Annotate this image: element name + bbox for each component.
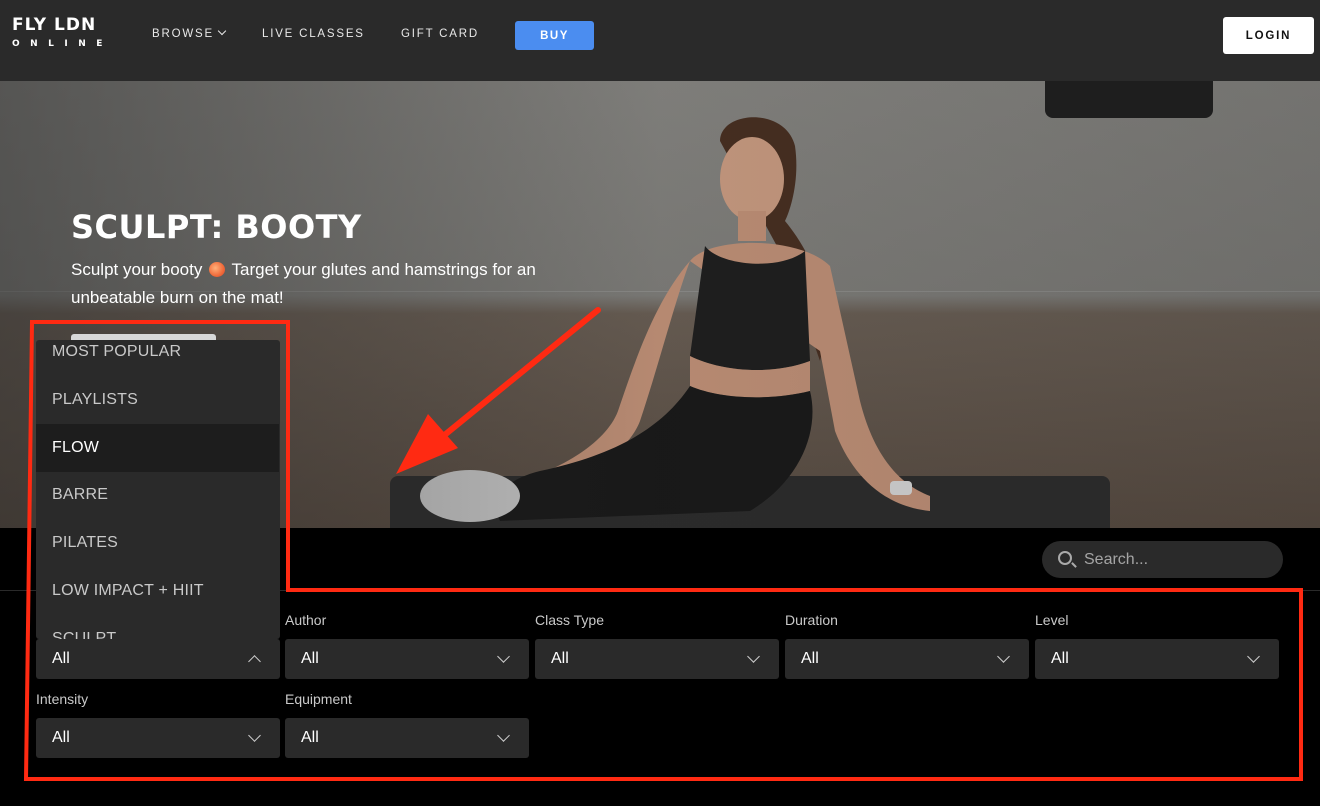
buy-button[interactable]: BUY [515, 21, 594, 50]
intensity-select[interactable]: All [36, 718, 280, 758]
peach-emoji-icon [209, 262, 226, 277]
hero-description: Sculpt your booty Target your glutes and… [71, 256, 551, 312]
search-box[interactable] [1042, 541, 1283, 578]
equipment-select-value: All [301, 729, 319, 746]
category-select[interactable]: All [36, 639, 280, 679]
search-icon [1058, 551, 1072, 565]
menu-item-pilates[interactable]: PILATES [36, 519, 280, 567]
chevron-down-icon [747, 650, 760, 663]
menu-item-sculpt[interactable]: SCULPT [36, 615, 280, 639]
filter-label-intensity: Intensity [36, 691, 89, 707]
chevron-down-icon [217, 26, 227, 36]
logo-bottom-text: ONLINE [12, 39, 113, 49]
logo-top-text: FLY LDN [12, 15, 97, 35]
intensity-select-value: All [52, 729, 70, 746]
duration-select[interactable]: All [785, 639, 1029, 679]
menu-item-flow[interactable]: FLOW [36, 424, 279, 472]
chevron-up-icon [248, 655, 261, 668]
filter-label-equipment: Equipment [285, 691, 352, 707]
category-dropdown-menu: MOST POPULAR PLAYLISTS FLOW BARRE PILATE… [36, 340, 280, 639]
filter-label-class-type: Class Type [535, 612, 604, 628]
search-input[interactable] [1084, 541, 1274, 578]
equipment-select[interactable]: All [285, 718, 529, 758]
class-type-select[interactable]: All [535, 639, 779, 679]
menu-item-most-popular[interactable]: MOST POPULAR [36, 340, 280, 376]
top-nav: FLY LDN ONLINE BROWSE LIVE CLASSES GIFT … [0, 0, 1320, 81]
level-select-value: All [1051, 650, 1069, 667]
filter-label-duration: Duration [785, 612, 838, 628]
menu-item-barre[interactable]: BARRE [36, 471, 280, 519]
nav-browse[interactable]: BROWSE [152, 26, 227, 40]
nav-browse-label: BROWSE [152, 28, 214, 40]
filter-label-level: Level [1035, 612, 1069, 628]
category-select-value: All [52, 650, 70, 667]
chevron-down-icon [497, 729, 510, 742]
duration-select-value: All [801, 650, 819, 667]
menu-item-playlists[interactable]: PLAYLISTS [36, 376, 280, 424]
level-select[interactable]: All [1035, 639, 1279, 679]
hero-desc-part1: Sculpt your booty [71, 260, 203, 279]
filter-label-author: Author [285, 612, 327, 628]
author-select[interactable]: All [285, 639, 529, 679]
chevron-down-icon [248, 729, 261, 742]
author-select-value: All [301, 650, 319, 667]
login-button[interactable]: LOGIN [1223, 17, 1314, 54]
menu-item-low-impact-hiit[interactable]: LOW IMPACT + HIIT [36, 567, 280, 615]
chevron-down-icon [497, 650, 510, 663]
nav-live-classes[interactable]: LIVE CLASSES [262, 28, 365, 40]
fly-ldn-logo[interactable]: FLY LDN ONLINE [12, 16, 113, 49]
chevron-down-icon [1247, 650, 1260, 663]
chevron-down-icon [997, 650, 1010, 663]
nav-gift-card[interactable]: GIFT CARD [401, 28, 479, 40]
hero-title: SCULPT: BOOTY [71, 208, 362, 246]
class-type-select-value: All [551, 650, 569, 667]
